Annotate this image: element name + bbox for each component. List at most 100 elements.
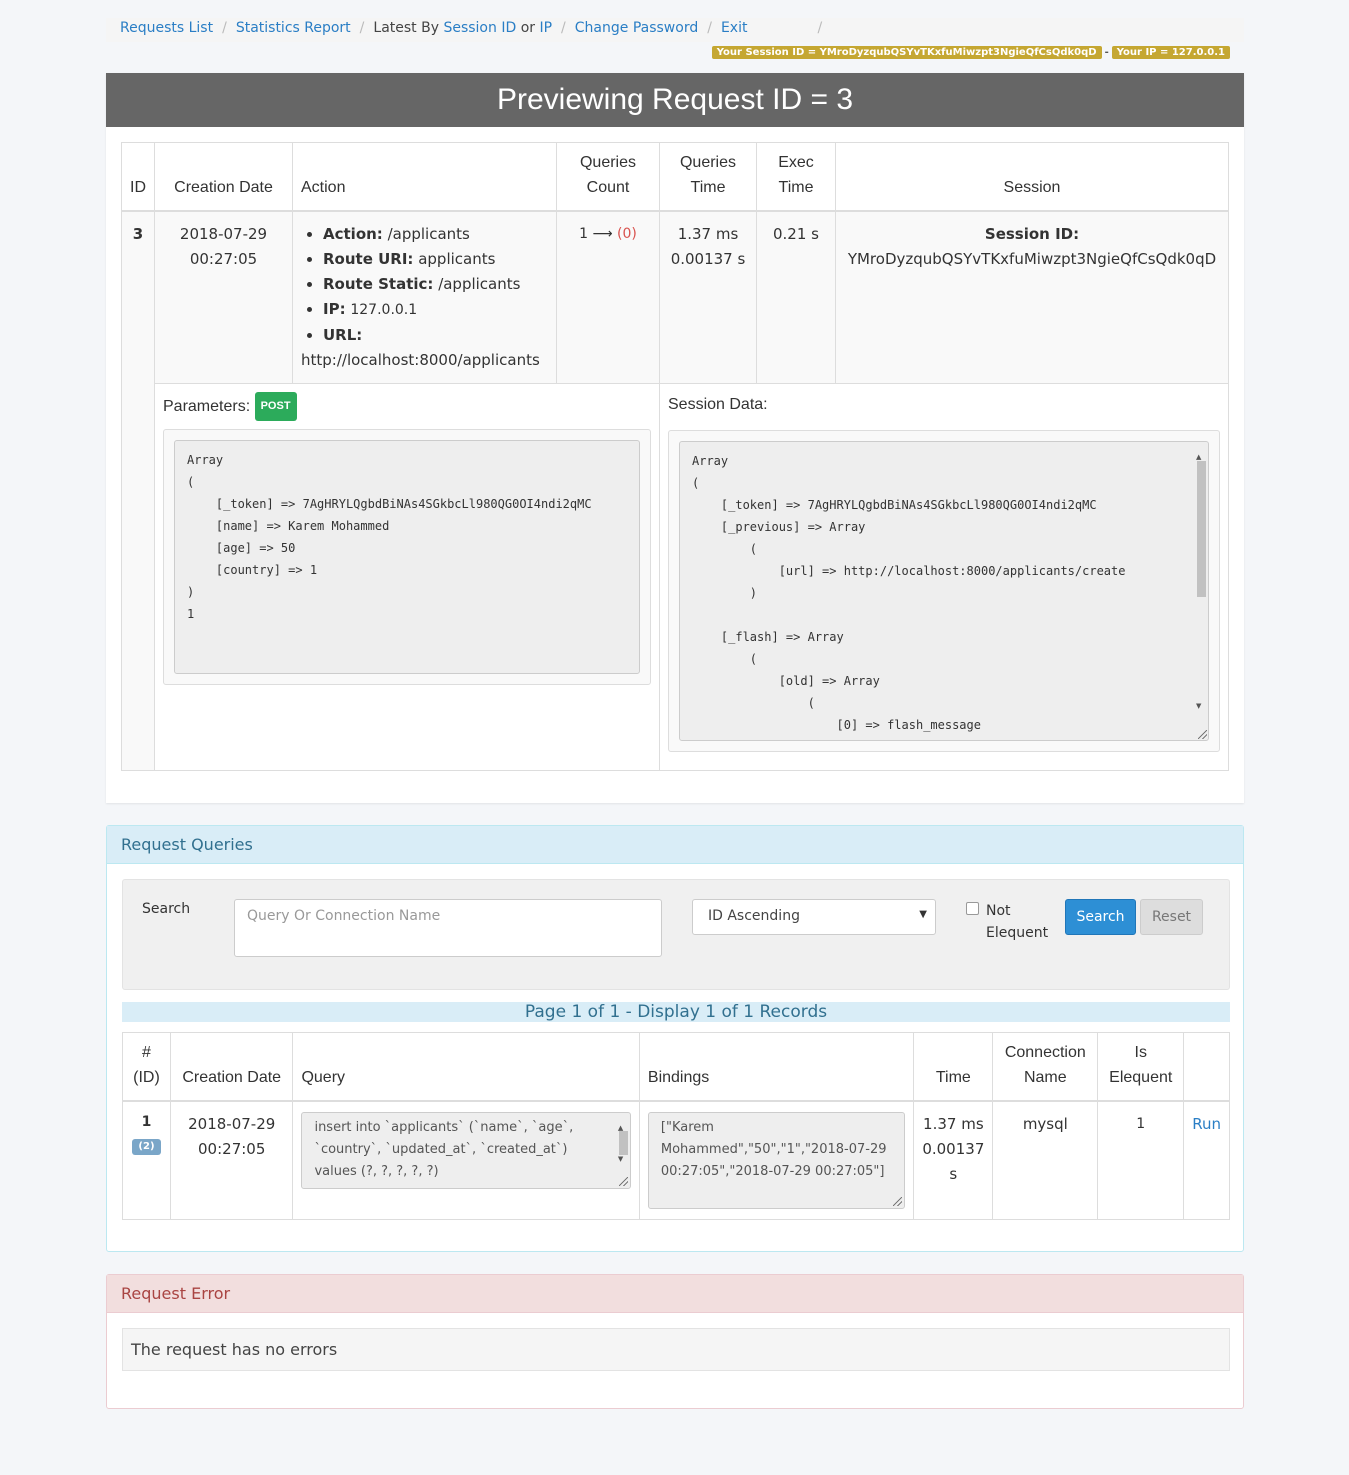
session-id-value: YMroDyzqubQSYvTKxfuMiwzpt3NgieQfCsQdk0qD: [847, 249, 1217, 268]
error-message: The request has no errors: [122, 1328, 1230, 1371]
bindings-textarea[interactable]: ["Karem Mohammed","50","1","2018-07-29 0…: [647, 1111, 906, 1209]
queries-error-count: (0): [617, 225, 637, 242]
list-item: URL:: [323, 323, 548, 348]
request-id: 3: [121, 210, 155, 771]
query-date: 2018-07-29: [188, 1114, 276, 1133]
query-scrollbar[interactable]: ▲ ▼: [617, 1117, 629, 1184]
ip-label: IP:: [323, 299, 346, 318]
col-bindings: Bindings: [638, 1032, 915, 1102]
exec-time: 0.21 s: [756, 210, 836, 384]
route-uri-label: Route URI:: [323, 249, 414, 268]
session-data-textarea[interactable]: Array ( [_token] => 7AgHRYLQgbdBiNAs4SGk…: [679, 440, 1209, 741]
query-time-cell: 1.37 ms 0.00137 s: [913, 1100, 994, 1220]
reset-button[interactable]: Reset: [1140, 899, 1203, 935]
col-time: Time: [913, 1032, 994, 1102]
table-row: Parameters: POST Array ( [_token] => 7Ag…: [122, 382, 1229, 771]
resize-grip-icon[interactable]: [618, 1176, 628, 1186]
query-id-badge: (2): [132, 1138, 161, 1155]
bindings-cell: ["Karem Mohammed","50","1","2018-07-29 0…: [638, 1100, 915, 1220]
resize-grip-icon[interactable]: [893, 1196, 903, 1206]
query-text: insert into `applicants` (`name`, `age`,…: [314, 1119, 574, 1179]
session-id-badge: Your Session ID = YMroDyzqubQSYvTKxfuMiw…: [711, 46, 1102, 59]
badge-row: Your Session ID = YMroDyzqubQSYvTKxfuMiw…: [106, 0, 1244, 70]
session-data-scrollbar[interactable]: ▲ ▼: [1195, 445, 1207, 737]
col-queries-count: Queries Count: [556, 142, 660, 212]
col-id: ID: [121, 142, 155, 212]
search-label: Search: [142, 901, 191, 917]
queries-count: 1 ⟶: [579, 225, 613, 242]
url-label: URL:: [323, 325, 363, 344]
order-select[interactable]: ID Ascending ▼: [692, 899, 936, 935]
col-action: Action: [292, 142, 557, 212]
route-static-value: /applicants: [438, 274, 521, 293]
list-item: Route URI: applicants: [323, 247, 548, 272]
session-data-cell: Session Data: Array ( [_token] => 7AgHRY…: [659, 382, 1229, 771]
chevron-down-icon: ▼: [919, 909, 927, 920]
ip-value: 127.0.0.1: [350, 301, 418, 318]
run-link[interactable]: Run: [1192, 1115, 1221, 1133]
creation-date-cell: 2018-07-29 00:27:05: [154, 210, 293, 384]
col-num-id: # (ID): [122, 1032, 171, 1102]
col-exec-time: Exec Time: [756, 142, 836, 212]
table-row: 3 2018-07-29 00:27:05 Action: /applicant…: [121, 210, 1229, 771]
queries-time-s: 0.00137 s: [670, 249, 746, 268]
parameters-cell: Parameters: POST Array ( [_token] => 7Ag…: [154, 382, 660, 771]
page-info: Page 1 of 1 - Display 1 of 1 Records: [122, 1002, 1230, 1022]
url-value: http://localhost:8000/applicants: [301, 350, 540, 369]
table-row: 1 (2) 2018-07-29 00:27:05 insert into `a…: [122, 1100, 1230, 1220]
parameters-label: Parameters:: [163, 397, 251, 415]
order-selected: ID Ascending: [708, 908, 800, 924]
parameters-wrapper: Array ( [_token] => 7AgHRYLQgbdBiNAs4SGk…: [163, 428, 651, 685]
actions-cell: Run: [1183, 1100, 1230, 1220]
not-elequent-label[interactable]: Not Elequent: [986, 900, 1056, 944]
parameters-textarea[interactable]: Array ( [_token] => 7AgHRYLQgbdBiNAs4SGk…: [174, 439, 640, 674]
num-id-cell: 1 (2): [122, 1100, 171, 1220]
bindings-text: ["Karem Mohammed","50","1","2018-07-29 0…: [660, 1119, 887, 1179]
request-error-panel: Request Error The request has no errors: [106, 1274, 1244, 1409]
session-badges: Your Session ID = YMroDyzqubQSYvTKxfuMiw…: [711, 46, 1230, 59]
row-number: 1: [141, 1113, 152, 1130]
search-input[interactable]: Query Or Connection Name: [234, 899, 662, 957]
scroll-thumb[interactable]: [1197, 460, 1206, 597]
route-uri-value: applicants: [418, 249, 496, 268]
query-textarea[interactable]: insert into `applicants` (`name`, `age`,…: [301, 1111, 631, 1189]
not-elequent-checkbox[interactable]: [966, 902, 979, 915]
queries-table: # (ID) Creation Date Query Bindings Time…: [122, 1032, 1230, 1220]
session-data-area: Array ( [_token] => 7AgHRYLQgbdBiNAs4SGk…: [679, 440, 1209, 741]
search-form: Search Query Or Connection Name ID Ascen…: [122, 879, 1230, 990]
resize-grip-icon[interactable]: [1198, 729, 1207, 739]
request-queries-panel: Request Queries Search Query Or Connecti…: [106, 825, 1244, 1252]
route-static-label: Route Static:: [323, 274, 434, 293]
session-id-label: Session ID:: [984, 224, 1080, 243]
list-item: Action: /applicants: [323, 222, 548, 247]
badge-separator: -: [1104, 47, 1109, 58]
query-cell: insert into `applicants` (`name`, `age`,…: [292, 1100, 640, 1220]
action-cell: Action: /applicants Route URI: applicant…: [292, 210, 557, 384]
creation-date: 2018-07-29: [179, 224, 268, 243]
scroll-down-icon[interactable]: ▼: [1196, 694, 1201, 719]
col-creation-date: Creation Date: [154, 142, 293, 212]
session-cell: Session ID: YMroDyzqubQSYvTKxfuMiwzpt3Ng…: [835, 210, 1229, 384]
queries-time-cell: 1.37 ms 0.00137 s: [659, 210, 757, 384]
queries-panel-title: Request Queries: [107, 826, 1243, 864]
query-time: 00:27:05: [198, 1139, 266, 1158]
col-creation-date: Creation Date: [169, 1032, 294, 1102]
is-elequent: 1: [1097, 1100, 1185, 1220]
col-actions: [1183, 1032, 1230, 1102]
query-time-s: 0.00137 s: [922, 1139, 985, 1183]
list-item: Route Static: /applicants: [323, 272, 548, 297]
action-label: Action:: [323, 224, 383, 243]
queries-count-cell: 1 ⟶ (0): [556, 210, 660, 384]
ip-badge: Your IP = 127.0.0.1: [1111, 46, 1230, 59]
request-preview-panel: Previewing Request ID = 3 ID Creation Da…: [106, 73, 1244, 803]
search-button[interactable]: Search: [1065, 899, 1136, 935]
scroll-down-icon[interactable]: ▼: [618, 1148, 623, 1170]
error-panel-title: Request Error: [107, 1275, 1243, 1313]
action-value: /applicants: [387, 224, 470, 243]
request-table: ID Creation Date Action Queries Count Qu…: [121, 142, 1229, 771]
creation-time: 00:27:05: [189, 249, 258, 268]
query-time-ms: 1.37 ms: [923, 1114, 984, 1133]
session-data-label: Session Data:: [668, 395, 768, 413]
session-data-wrapper: Array ( [_token] => 7AgHRYLQgbdBiNAs4SGk…: [668, 429, 1220, 752]
method-badge: POST: [254, 391, 297, 421]
